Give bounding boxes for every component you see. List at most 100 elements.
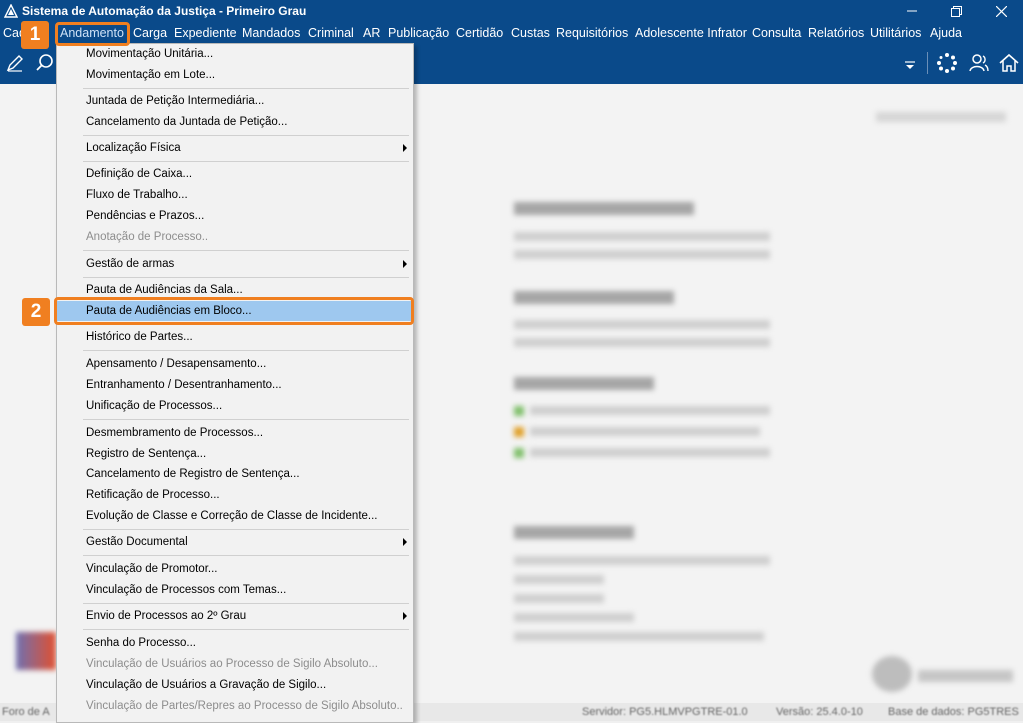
text-line-blur [514, 338, 770, 347]
text-line-blur [514, 575, 604, 584]
menu-item-gestao-documental[interactable]: Gestão Documental [57, 532, 413, 552]
submenu-arrow-icon [403, 144, 407, 152]
minimize-button[interactable] [890, 0, 934, 22]
text-line-blur [514, 594, 604, 603]
step-2-badge: 2 [22, 298, 50, 326]
menu-separator [83, 161, 409, 162]
menu-utilitarios[interactable]: Utilitários [870, 26, 921, 40]
andamento-dropdown-menu: Movimentação Unitária... Movimentação em… [56, 43, 414, 723]
menu-item-vinculacao-promotor[interactable]: Vinculação de Promotor... [57, 559, 413, 579]
section-heading-blur [514, 202, 694, 215]
minimize-icon [907, 10, 917, 12]
menu-item-evolucao-classe[interactable]: Evolução de Classe e Correção de Classe … [57, 506, 413, 526]
home-icon[interactable] [998, 52, 1020, 74]
menu-item-definicao-caixa[interactable]: Definição de Caixa... [57, 164, 413, 184]
restore-button[interactable] [934, 0, 978, 22]
text-line-blur [530, 406, 770, 415]
menu-mandados[interactable]: Mandados [242, 26, 300, 40]
status-base-dados: Base de dados: PG5TRES [888, 706, 1019, 718]
status-servidor: Servidor: PG5.HLMVPGTRE-01.0 [582, 706, 748, 718]
menu-consulta[interactable]: Consulta [752, 26, 801, 40]
menu-item-movimentacao-unitaria[interactable]: Movimentação Unitária... [57, 44, 413, 64]
menu-relatorios[interactable]: Relatórios [808, 26, 864, 40]
text-line-blur [530, 427, 760, 436]
submenu-arrow-icon [403, 612, 407, 620]
menu-carga[interactable]: Carga [133, 26, 167, 40]
step-1-badge: 1 [21, 21, 49, 49]
logo-blur [16, 632, 56, 670]
menu-separator [83, 555, 409, 556]
menu-item-movimentacao-lote[interactable]: Movimentação em Lote... [57, 65, 413, 85]
status-dot-blur [514, 406, 524, 416]
menu-separator [83, 350, 409, 351]
close-button[interactable] [979, 0, 1023, 22]
restore-icon [950, 5, 962, 17]
menu-item-cancelamento-registro-sentenca[interactable]: Cancelamento de Registro de Sentença... [57, 464, 413, 484]
submenu-arrow-icon [403, 260, 407, 268]
text-line-blur [514, 613, 634, 622]
menu-item-cancelamento-juntada[interactable]: Cancelamento da Juntada de Petição... [57, 112, 413, 132]
menu-item-historico-partes[interactable]: Histórico de Partes... [57, 327, 413, 347]
edit-icon[interactable] [4, 52, 26, 74]
menu-item-senha-processo[interactable]: Senha do Processo... [57, 633, 413, 653]
chevron-down-icon[interactable] [903, 52, 917, 74]
step-2-highlight [54, 297, 414, 325]
menu-item-localizacao-fisica[interactable]: Localização Física [57, 138, 413, 158]
users-icon[interactable] [968, 52, 990, 74]
app-logo-icon [4, 4, 18, 18]
menu-item-anotacao-processo: Anotação de Processo.. [86, 231, 209, 243]
text-line-blur [514, 320, 770, 329]
menu-adolescente-infrator[interactable]: Adolescente Infrator [635, 26, 747, 40]
menu-item-vinculacao-gravacao-sigilo[interactable]: Vinculação de Usuários a Gravação de Sig… [57, 675, 413, 695]
menu-separator [83, 88, 409, 89]
menu-ajuda[interactable]: Ajuda [930, 26, 962, 40]
menu-item-fluxo-trabalho[interactable]: Fluxo de Trabalho... [57, 185, 413, 205]
menu-item-vinculacao-temas[interactable]: Vinculação de Processos com Temas... [57, 580, 413, 600]
status-dot-blur [514, 427, 524, 437]
softplan-text-blur [918, 670, 1013, 682]
window-title: Sistema de Automação da Justiça - Primei… [22, 4, 307, 18]
menu-separator [83, 629, 409, 630]
toolbar-divider [927, 52, 928, 74]
menu-item-apensamento[interactable]: Apensamento / Desapensamento... [57, 354, 413, 374]
menu-item-vinculacao-partes-sigilo: Vinculação de Partes/Repres ao Processo … [86, 700, 403, 712]
menu-expediente[interactable]: Expediente [174, 26, 237, 40]
menu-separator [83, 529, 409, 530]
menu-item-registro-sentenca[interactable]: Registro de Sentença... [57, 444, 413, 464]
section-heading-blur [514, 377, 654, 390]
menu-ar[interactable]: AR [363, 26, 380, 40]
submenu-arrow-icon [403, 538, 407, 546]
menu-item-entranhamento[interactable]: Entranhamento / Desentranhamento... [57, 375, 413, 395]
search-icon[interactable] [34, 52, 56, 74]
close-icon [995, 5, 1007, 17]
menu-item-retificacao-processo[interactable]: Retificação de Processo... [57, 485, 413, 505]
menu-separator [83, 419, 409, 420]
menu-requisitorios[interactable]: Requisitórios [556, 26, 628, 40]
title-bar: Sistema de Automação da Justiça - Primei… [0, 0, 1023, 22]
text-line-blur [514, 632, 764, 641]
menu-item-unificacao-processos[interactable]: Unificação de Processos... [57, 396, 413, 416]
menu-separator [83, 250, 409, 251]
menu-bar: Cad Andamento Carga Expediente Mandados … [0, 22, 1023, 44]
text-line-blur [530, 448, 770, 457]
menu-certidao[interactable]: Certidão [456, 26, 503, 40]
text-line-blur [514, 232, 770, 241]
header-text-blur [876, 112, 1006, 122]
menu-separator [83, 603, 409, 604]
menu-item-envio-segundo-grau[interactable]: Envio de Processos ao 2º Grau [57, 606, 413, 626]
text-line-blur [514, 556, 770, 565]
menu-item-desmembramento[interactable]: Desmembramento de Processos... [57, 423, 413, 443]
status-foro: Foro de A [2, 706, 50, 718]
softplan-logo-blur [872, 656, 912, 692]
step-1-highlight [55, 22, 130, 46]
menu-item-juntada-peticao[interactable]: Juntada de Petição Intermediária... [57, 91, 413, 111]
menu-publicacao[interactable]: Publicação [388, 26, 449, 40]
section-heading-blur [514, 291, 674, 304]
menu-item-gestao-armas[interactable]: Gestão de armas [57, 254, 413, 274]
menu-custas[interactable]: Custas [511, 26, 550, 40]
text-line-blur [514, 250, 770, 259]
menu-separator [83, 277, 409, 278]
menu-item-pendencias-prazos[interactable]: Pendências e Prazos... [57, 206, 413, 226]
menu-item-vinculacao-usuarios-sigilo: Vinculação de Usuários ao Processo de Si… [86, 658, 378, 670]
menu-criminal[interactable]: Criminal [308, 26, 354, 40]
